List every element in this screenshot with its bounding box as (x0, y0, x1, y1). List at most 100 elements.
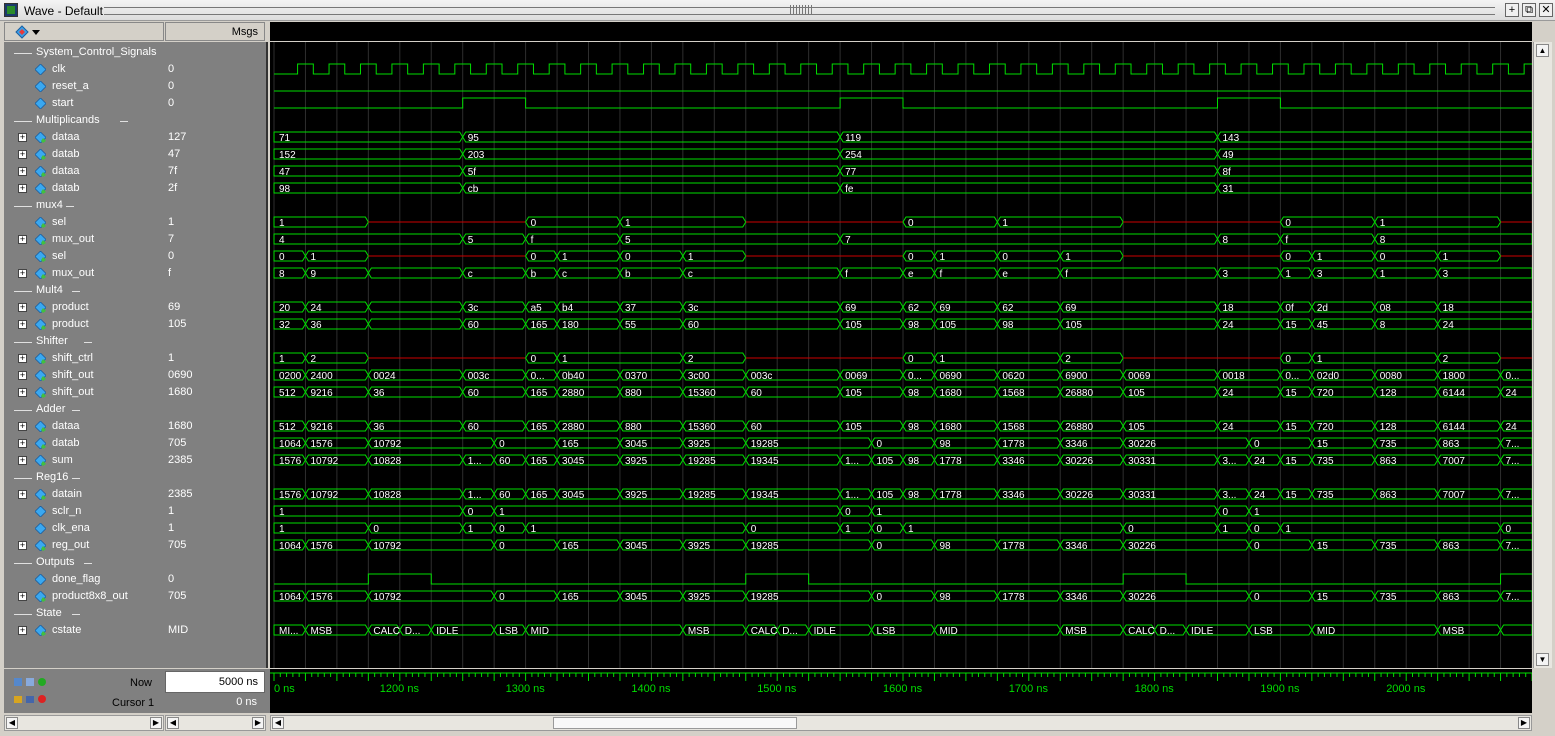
bus-segment[interactable]: 1 (525, 522, 747, 535)
chevron-down-icon[interactable] (32, 30, 40, 35)
bus-segment[interactable]: 0 (1499, 522, 1532, 535)
signal-value-row[interactable]: 705 (165, 588, 266, 605)
bus-segment[interactable]: 5 (619, 233, 841, 246)
bus-segment[interactable]: 1 (273, 352, 307, 365)
bus-segment[interactable]: 10828 (367, 454, 464, 467)
bus-segment[interactable]: 105 (1122, 386, 1219, 399)
bus-segment[interactable]: 0 (1248, 522, 1281, 535)
bus-segment[interactable]: D... (399, 624, 432, 637)
bus-segment[interactable]: 0 (745, 522, 841, 535)
bus-segment[interactable]: 15 (1279, 420, 1313, 433)
bus-segment[interactable]: 0 (902, 352, 936, 365)
add-window-button[interactable]: + (1505, 3, 1519, 17)
time-axis-canvas[interactable]: 0 ns 1200 ns 1300 ns 1400 ns 1500 ns 1600 ns 1… (270, 669, 1533, 713)
bus-segment[interactable]: 3... (1216, 488, 1250, 501)
bus-segment[interactable]: 60 (682, 318, 841, 331)
bus-segment[interactable]: 1... (462, 454, 495, 467)
signal-value-row[interactable]: 1 (165, 520, 266, 537)
bus-segment[interactable]: 7... (1499, 488, 1532, 501)
expand-icon[interactable]: + (18, 371, 27, 380)
signal-value-row[interactable]: f (165, 265, 266, 282)
bus-segment[interactable]: 0... (902, 369, 936, 382)
signal-value-row[interactable]: 127 (165, 129, 266, 146)
signal-row-sel[interactable]: sel (4, 214, 165, 231)
zoom-icon[interactable] (14, 678, 22, 686)
bus-segment[interactable] (367, 318, 464, 330)
signal-group-adder[interactable]: Adder (4, 401, 165, 418)
bus-segment[interactable]: 69 (1059, 301, 1219, 314)
bus-segment[interactable]: 19345 (745, 488, 841, 501)
drag-handle-icon[interactable] (790, 5, 812, 15)
bus-segment[interactable]: 1 (273, 522, 369, 535)
expand-icon[interactable]: + (18, 167, 27, 176)
signal-row-reg-out[interactable]: + reg_out (4, 537, 165, 554)
bus-segment[interactable]: 105 (870, 454, 904, 467)
scroll-left-icon[interactable]: ◀ (272, 717, 284, 729)
bus-segment[interactable]: 105 (1059, 318, 1219, 331)
bus-segment[interactable]: 0024 (367, 369, 464, 382)
bus-segment[interactable]: MI... (273, 624, 307, 637)
bus-segment[interactable]: 1064 (273, 539, 307, 552)
signal-row-done-flag[interactable]: done_flag (4, 571, 165, 588)
bus-segment[interactable]: 165 (525, 318, 558, 331)
signal-value-row[interactable]: 705 (165, 537, 266, 554)
bus-segment[interactable]: 1... (839, 488, 873, 501)
values-hscrollbar[interactable]: ◀ ▶ (165, 715, 266, 731)
bus-segment[interactable]: 0 (273, 250, 307, 263)
bus-segment[interactable]: 24 (1437, 318, 1532, 331)
signal-group-shifter[interactable]: Shifter (4, 333, 165, 350)
bus-segment[interactable]: CALC (367, 624, 401, 637)
bus-segment[interactable]: 26880 (1059, 420, 1124, 433)
bus-segment[interactable]: 1 (902, 522, 1124, 535)
bus-segment[interactable]: 24 (1248, 488, 1281, 501)
lock-icon[interactable] (14, 696, 22, 703)
bus-segment[interactable] (367, 301, 464, 313)
signal-group-mux4[interactable]: mux4 (4, 197, 165, 214)
cursor-value[interactable]: 0 ns (165, 694, 265, 712)
expand-icon[interactable]: + (18, 422, 27, 431)
signal-value-row[interactable]: 0 (165, 95, 266, 112)
bus-segment[interactable]: 0 (1279, 216, 1376, 229)
expand-icon[interactable]: + (18, 541, 27, 550)
bus-segment[interactable]: 19345 (745, 454, 841, 467)
wave-hscrollbar[interactable]: ◀ ▶ (270, 715, 1532, 731)
bus-segment[interactable]: a5 (525, 301, 558, 314)
bus-segment[interactable] (1499, 624, 1532, 636)
signal-value-row[interactable]: 0690 (165, 367, 266, 384)
bus-segment[interactable]: 15 (1279, 454, 1313, 467)
signal-row-dataa[interactable]: + dataa (4, 418, 165, 435)
signal-row-sum[interactable]: + sum (4, 452, 165, 469)
edit-cursor-icon[interactable] (26, 696, 34, 703)
bus-segment[interactable]: 3 (1437, 267, 1532, 280)
bus-segment[interactable]: 0... (525, 369, 558, 382)
signal-row-datab[interactable]: + datab (4, 146, 165, 163)
signal-value-row[interactable]: 7 (165, 231, 266, 248)
bus-segment[interactable]: 60 (745, 420, 841, 433)
bus-segment[interactable]: 30331 (1122, 488, 1219, 501)
bus-segment[interactable]: 60 (745, 386, 841, 399)
bus-segment[interactable] (367, 267, 464, 279)
bus-segment[interactable]: 7... (1499, 437, 1532, 450)
signal-value-row[interactable]: 7f (165, 163, 266, 180)
bus-segment[interactable]: D... (1154, 624, 1187, 637)
bus-segment[interactable]: 1 (1279, 522, 1502, 535)
bus-segment[interactable]: 18 (1437, 301, 1532, 314)
signal-value-row[interactable]: 2385 (165, 452, 266, 469)
bus-segment[interactable]: 0 (525, 352, 558, 365)
signal-row-dataa[interactable]: + dataa (4, 129, 165, 146)
bus-segment[interactable]: 0 (1279, 250, 1313, 263)
bus-segment[interactable]: D... (776, 624, 810, 637)
expand-icon[interactable]: + (18, 456, 27, 465)
vertical-scrollbar[interactable]: ▲ ▼ (1533, 42, 1552, 668)
close-button[interactable]: ✕ (1539, 3, 1553, 17)
bus-segment[interactable]: 1 (493, 505, 841, 518)
names-hscrollbar[interactable]: ◀ ▶ (4, 715, 164, 731)
bus-segment[interactable]: 8 (1374, 233, 1532, 246)
signal-group-multiplicands[interactable]: Multiplicands (4, 112, 165, 129)
bus-segment[interactable]: 98 (902, 488, 936, 501)
bus-segment[interactable]: 1... (839, 454, 873, 467)
bus-segment[interactable]: 0 (1279, 352, 1313, 365)
bus-segment[interactable]: 512 (273, 386, 307, 399)
bus-segment[interactable]: 1064 (273, 437, 307, 450)
signal-value-row[interactable]: 1 (165, 503, 266, 520)
